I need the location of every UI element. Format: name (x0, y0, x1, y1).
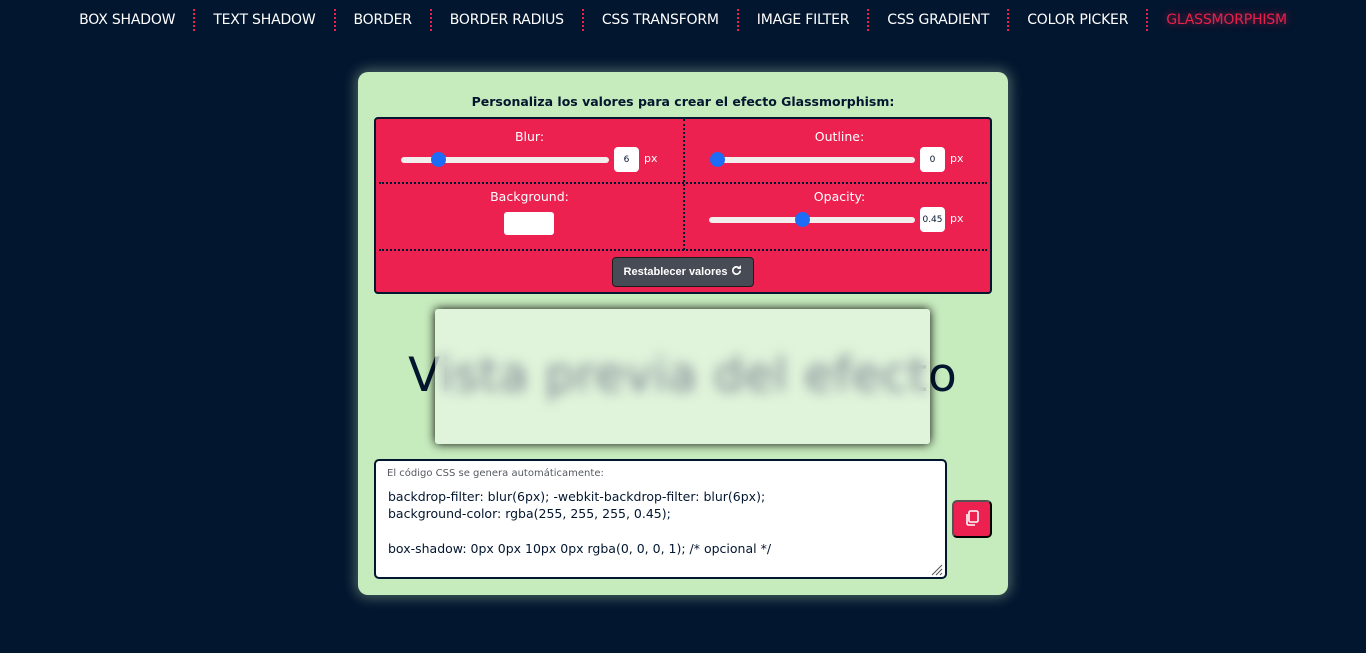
top-navigation: BOX SHADOW TEXT SHADOW BORDER BORDER RAD… (0, 0, 1366, 40)
outline-slider-thumb[interactable] (710, 152, 725, 167)
outline-slider[interactable] (710, 152, 915, 167)
copy-code-button[interactable] (952, 500, 992, 538)
controls-panel: Blur: 6 px Outline: 0 px Background: Opa… (374, 117, 992, 294)
outline-label: Outline: (814, 129, 865, 144)
glassmorphism-card: Personaliza los valores para crear el ef… (358, 72, 1008, 595)
code-line-background: background-color: rgba(255, 255, 255, 0.… (388, 506, 671, 521)
nav-item-border[interactable]: BORDER (336, 12, 430, 28)
glass-preview-box (435, 309, 930, 444)
blur-slider-thumb[interactable] (431, 152, 447, 167)
blur-unit: px (644, 152, 658, 165)
opacity-value-input[interactable]: 0.45 (920, 207, 945, 232)
nav-item-box-shadow[interactable]: BOX SHADOW (61, 12, 193, 28)
reset-values-button[interactable]: Restablecer valores (612, 257, 754, 287)
code-line-box-shadow: box-shadow: 0px 0px 10px 0px rgba(0, 0, … (388, 541, 772, 556)
background-color-picker[interactable] (504, 212, 554, 235)
nav-item-image-filter[interactable]: IMAGE FILTER (739, 12, 867, 28)
opacity-slider[interactable] (709, 212, 915, 227)
code-line-backdrop: backdrop-filter: blur(6px); -webkit-back… (388, 489, 766, 504)
blur-value-input[interactable]: 6 (614, 147, 639, 172)
blur-label: Blur: (514, 129, 545, 144)
background-control: Background: (376, 182, 683, 249)
copy-icon (965, 509, 979, 529)
opacity-control: Opacity: 0.45 px (685, 182, 994, 249)
resize-handle-icon[interactable] (929, 561, 943, 576)
panel-title: Personaliza los valores para crear el ef… (471, 94, 895, 109)
outline-value-input[interactable]: 0 (920, 147, 945, 172)
opacity-label: Opacity: (813, 189, 866, 204)
opacity-unit: px (950, 212, 964, 225)
divider (379, 249, 987, 251)
nav-item-border-radius[interactable]: BORDER RADIUS (432, 12, 582, 28)
code-hint: El código CSS se genera automáticamente: (387, 468, 604, 479)
outline-unit: px (950, 152, 964, 165)
nav-item-text-shadow[interactable]: TEXT SHADOW (195, 12, 333, 28)
blur-slider[interactable] (401, 152, 609, 167)
nav-item-css-transform[interactable]: CSS TRANSFORM (584, 12, 737, 28)
nav-item-css-gradient[interactable]: CSS GRADIENT (869, 12, 1007, 28)
nav-item-glassmorphism[interactable]: GLASSMORPHISM (1148, 12, 1305, 28)
reset-label: Restablecer valores (623, 266, 728, 278)
css-code-textarea[interactable]: El código CSS se genera automáticamente:… (374, 459, 947, 579)
blur-control: Blur: 6 px (376, 119, 683, 182)
opacity-slider-thumb[interactable] (794, 212, 810, 227)
background-label: Background: (490, 189, 569, 204)
refresh-icon (731, 265, 742, 279)
nav-item-color-picker[interactable]: COLOR PICKER (1009, 12, 1146, 28)
outline-control: Outline: 0 px (685, 119, 994, 182)
